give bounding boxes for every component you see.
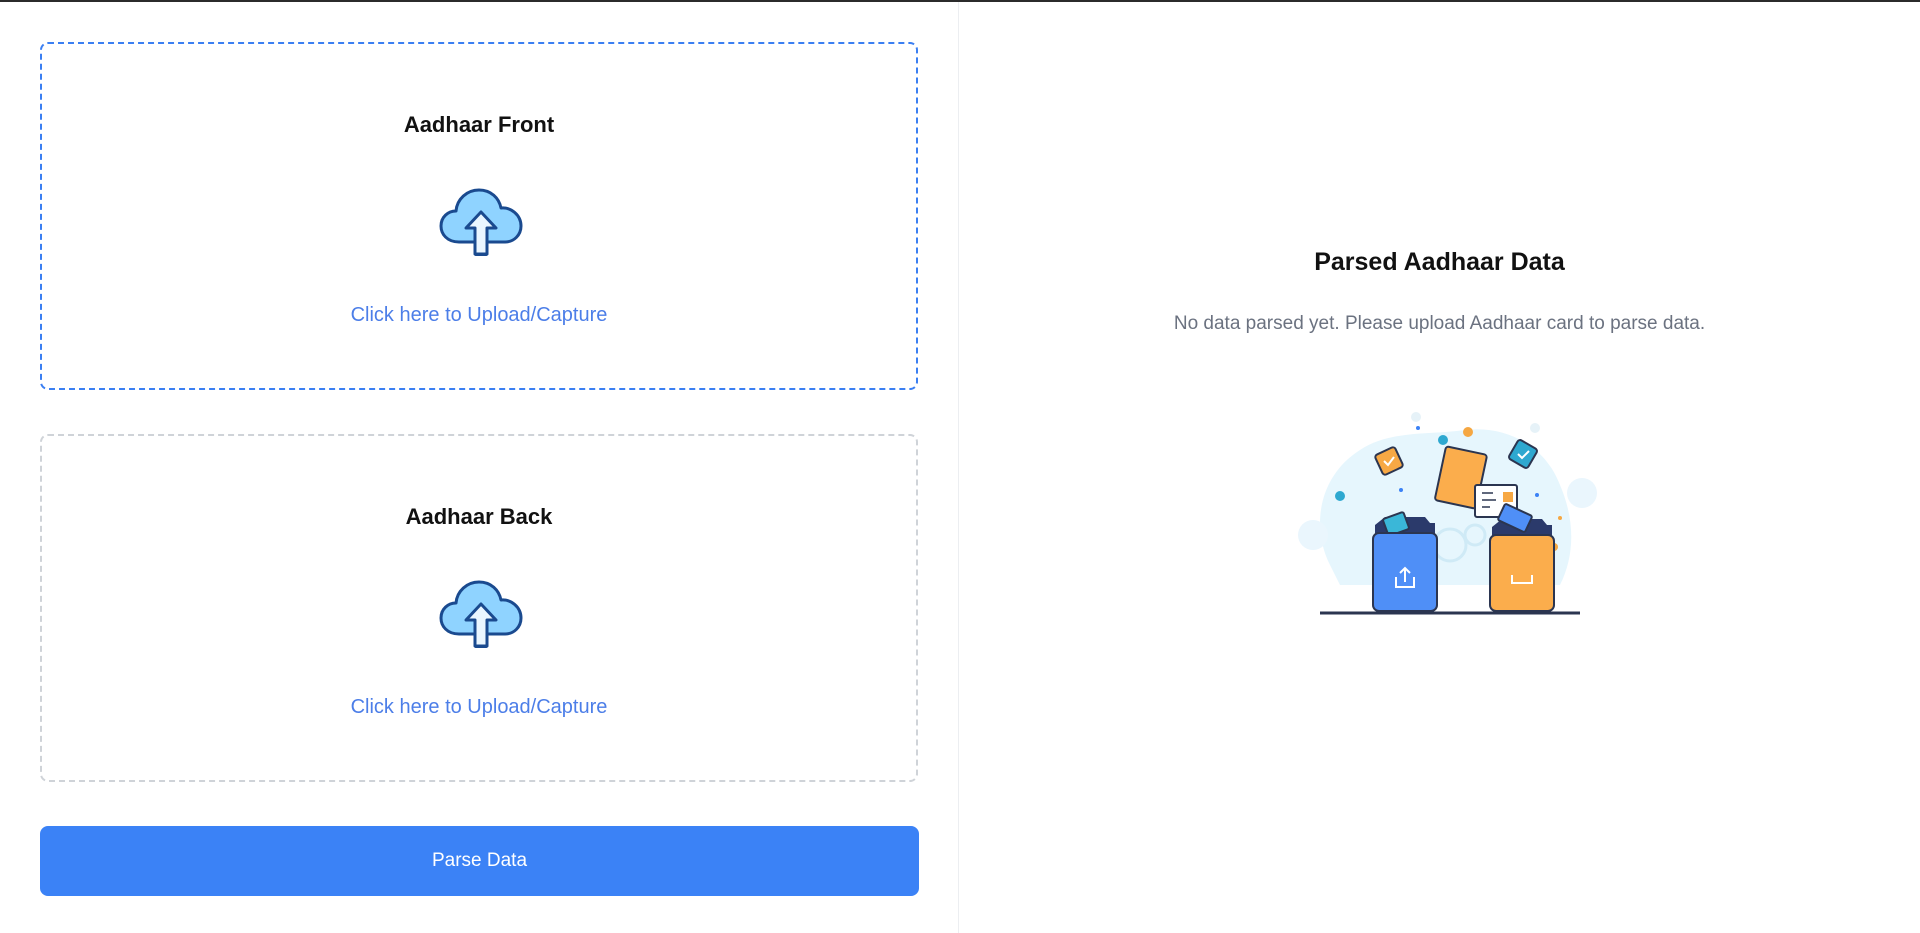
aadhaar-front-title: Aadhaar Front [403, 112, 555, 137]
empty-state-message: No data parsed yet. Please upload Aadhaa… [1173, 313, 1706, 334]
aadhaar-back-upload-link[interactable]: Click here to Upload/Capture [42, 696, 916, 719]
cloud-upload-icon[interactable] [439, 576, 523, 648]
aadhaar-front-upload-link[interactable]: Click here to Upload/Capture [42, 304, 916, 327]
cloud-upload-icon[interactable] [439, 184, 523, 256]
aadhaar-back-upload-card[interactable]: Aadhaar Back Click here to Upload/Captur… [40, 434, 918, 782]
parse-data-button[interactable]: Parse Data [40, 826, 919, 896]
app-root: Aadhaar Front Click here to Upload/Captu… [0, 2, 1920, 933]
upload-panel: Aadhaar Front Click here to Upload/Captu… [0, 2, 958, 933]
parsed-data-panel: Parsed Aadhaar Data No data parsed yet. … [959, 2, 1920, 933]
aadhaar-front-upload-card[interactable]: Aadhaar Front Click here to Upload/Captu… [40, 42, 918, 390]
aadhaar-back-title: Aadhaar Back [405, 504, 553, 529]
empty-folders-illustration [1298, 412, 1597, 615]
parsed-data-title: Parsed Aadhaar Data [1314, 248, 1565, 276]
